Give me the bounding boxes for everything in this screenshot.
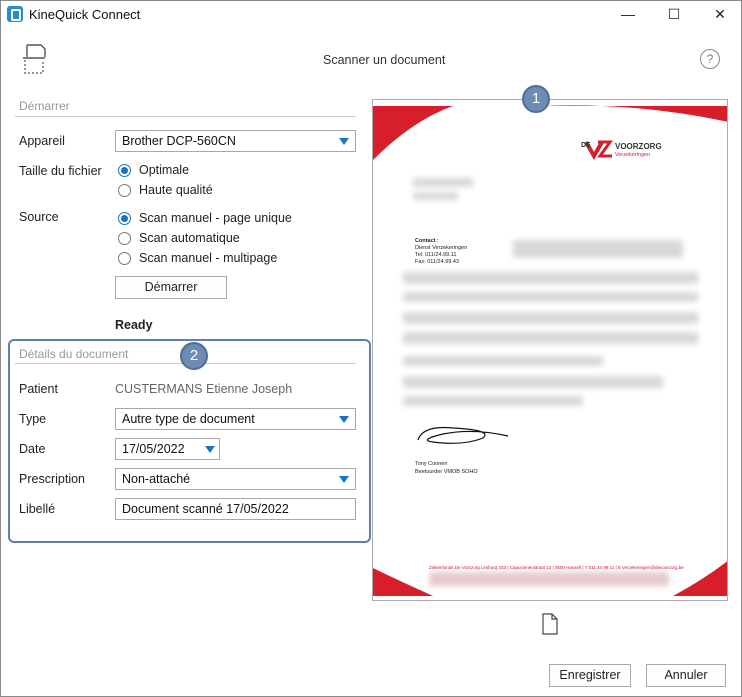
date-label: Date [19,442,46,456]
type-label: Type [19,412,47,426]
filesize-option-label: Haute qualité [139,183,213,197]
device-select-value: Brother DCP-560CN [122,134,236,148]
chevron-down-icon [339,138,349,145]
source-option-manual-single[interactable]: Scan manuel - page unique [118,211,292,225]
radio-selected-icon[interactable] [118,163,131,177]
blurred-text [403,356,603,366]
page-icon[interactable] [541,613,559,635]
blurred-text [413,178,473,187]
radio-icon[interactable] [118,231,131,245]
device-label: Appareil [19,134,65,148]
filesize-label: Taille du fichier [19,164,102,178]
date-input[interactable]: 17/05/2022 [115,438,201,460]
blurred-text [403,312,698,324]
save-button[interactable]: Enregistrer [549,664,631,687]
help-icon[interactable]: ? [700,49,720,69]
logo-text: VOORZORG [615,142,662,151]
source-option-label: Scan manuel - multipage [139,251,278,265]
blurred-text [403,376,663,388]
contact-line: Dienst Verzekeringen [415,245,468,251]
callout-badge-2: 2 [180,342,208,370]
blurred-text [403,396,583,406]
start-section-divider [15,116,356,117]
libelle-label: Libellé [19,502,56,516]
contact-line: Fax: 011/24.99.43 [415,259,459,265]
blurred-text [403,292,698,302]
contact-line: Tel: 011/24.99.11 [415,252,457,258]
source-option-label: Scan automatique [139,231,240,245]
prescription-label: Prescription [19,472,85,486]
signer-role: Beetuurder VMOB SOHO [415,469,478,475]
prescription-select[interactable]: Non-attaché [115,468,356,490]
source-option-manual-multipage[interactable]: Scan manuel - multipage [118,251,277,265]
filesize-option-label: Optimale [139,163,190,177]
device-select[interactable]: Brother DCP-560CN [115,130,356,152]
logo-sub: Verzekeringen [615,152,651,158]
blurred-footer [429,572,669,586]
filesize-option-haute-qualite[interactable]: Haute qualité [118,183,213,197]
source-option-label: Scan manuel - page unique [139,211,292,225]
cancel-button[interactable]: Annuler [646,664,726,687]
prescription-select-value: Non-attaché [122,472,191,486]
letter-footer: Ziekenfonds De Voorzorg Limburg 333 | Ca… [429,565,684,570]
app-icon [7,6,23,22]
signature-image [417,426,509,444]
details-section-title: Détails du document [19,347,129,361]
patient-label: Patient [19,382,58,396]
filesize-option-optimale[interactable]: Optimale [118,163,189,177]
page-title: Scanner un document [323,53,446,67]
blurred-text [413,192,458,200]
source-option-automatic[interactable]: Scan automatique [118,231,240,245]
logo-prefix: DE [581,142,591,149]
blurred-text [403,332,698,344]
blurred-text [403,272,698,284]
signer-name: Tony Coonen [415,461,448,467]
type-select-value: Autre type de document [122,412,255,426]
close-button[interactable]: ✕ [697,1,742,27]
scanner-status: Ready [115,318,153,332]
libelle-input[interactable]: Document scanné 17/05/2022 [115,498,356,520]
title-bar: KineQuick Connect — ☐ ✕ [1,1,741,27]
contact-title: Contact : [415,238,439,244]
app-window: KineQuick Connect — ☐ ✕ Scanner un docum… [0,0,742,697]
radio-icon[interactable] [118,251,131,265]
patient-value: CUSTERMANS Etienne Joseph [115,382,293,396]
start-scan-button[interactable]: Démarrer [115,276,227,299]
chevron-down-icon [339,476,349,483]
start-section-title: Démarrer [19,99,70,113]
window-title: KineQuick Connect [29,7,141,22]
scanner-document-icon [23,44,46,74]
date-picker-button[interactable] [200,438,220,460]
callout-badge-1: 1 [522,85,550,113]
radio-selected-icon[interactable] [118,211,131,225]
scan-preview: DE VOORZORG Verzekeringen Contact : Dien… [372,99,728,601]
minimize-button[interactable]: — [605,1,651,27]
blurred-text [513,240,683,258]
letterhead-red-bands [373,105,727,596]
chevron-down-icon [339,416,349,423]
type-select[interactable]: Autre type de document [115,408,356,430]
radio-icon[interactable] [118,183,131,197]
source-label: Source [19,210,59,224]
maximize-button[interactable]: ☐ [651,1,697,27]
